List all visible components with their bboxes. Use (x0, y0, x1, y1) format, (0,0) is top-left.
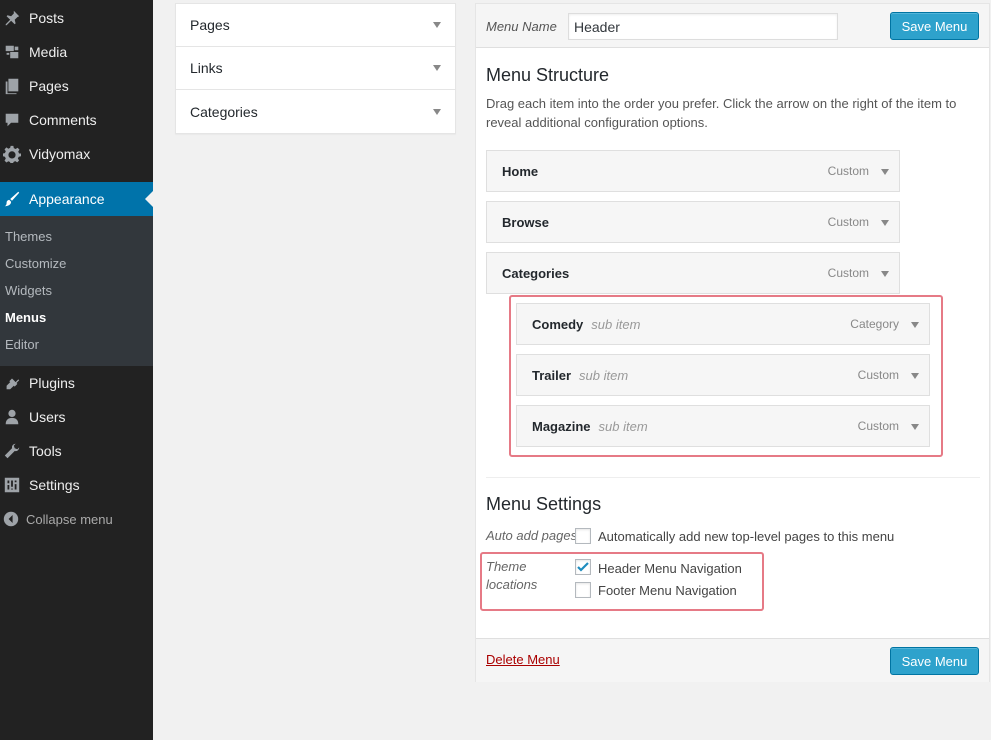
sidebar-item-appearance[interactable]: Appearance (0, 182, 153, 216)
menu-item-type: Custom (827, 215, 869, 229)
menu-name-input[interactable] (568, 13, 838, 40)
plugin-icon (2, 373, 22, 393)
menu-item-comedy[interactable]: Comedy sub item Category (516, 303, 930, 345)
menu-item-toggle-arrow-icon[interactable] (911, 322, 919, 328)
header-menu-navigation-label: Header Menu Navigation (598, 561, 742, 576)
sidebar-item-settings[interactable]: Settings (0, 468, 153, 502)
user-icon (2, 407, 22, 427)
comment-icon (2, 110, 22, 130)
save-menu-button-top[interactable]: Save Menu (890, 12, 979, 40)
collapse-menu-button[interactable]: Collapse menu (0, 507, 113, 531)
checkmark-icon (577, 562, 589, 572)
menu-item-type: Custom (857, 368, 899, 382)
accordion-section-categories[interactable]: Categories (176, 90, 455, 133)
settings-icon (2, 475, 22, 495)
sidebar-item-pages[interactable]: Pages (0, 69, 153, 103)
admin-sidebar: Posts Media Pages Comments Vidyomax Appe… (0, 0, 153, 740)
footer-menu-navigation-checkbox[interactable] (575, 582, 591, 598)
menu-item-type: Category (850, 317, 899, 331)
caret-down-icon (433, 65, 441, 71)
sidebar-item-users[interactable]: Users (0, 400, 153, 434)
submenu-item-themes[interactable]: Themes (5, 229, 52, 244)
menu-structure-description: Drag each item into the order you prefer… (486, 96, 957, 130)
accordion-section-title: Pages (190, 17, 230, 33)
sidebar-item-media[interactable]: Media (0, 35, 153, 69)
menu-editor-header: Menu Name Save Menu (476, 4, 989, 48)
theme-locations-label-line2: locations (486, 577, 538, 592)
menu-item-title: Trailer (532, 367, 572, 383)
sidebar-item-label: Tools (29, 443, 62, 459)
menu-item-toggle-arrow-icon[interactable] (881, 271, 889, 277)
save-menu-button-bottom[interactable]: Save Menu (890, 647, 979, 675)
sidebar-item-label: Appearance (29, 191, 105, 207)
auto-add-pages-text: Automatically add new top-level pages to… (598, 529, 895, 544)
menu-item-title: Magazine (532, 418, 591, 434)
submenu-item-menus[interactable]: Menus (5, 310, 46, 325)
footer-menu-navigation-label: Footer Menu Navigation (598, 583, 737, 598)
sidebar-item-label: Vidyomax (29, 146, 91, 162)
menu-editor: Menu Name Save Menu Menu Structure Drag … (475, 3, 990, 682)
menu-settings-title: Menu Settings (486, 494, 602, 514)
sidebar-item-tools[interactable]: Tools (0, 434, 153, 468)
menu-item-type: Custom (827, 164, 869, 178)
menu-structure-title: Menu Structure (486, 65, 610, 85)
menu-item-categories[interactable]: Categories Custom (486, 252, 900, 294)
sidebar-item-label: Comments (29, 112, 97, 128)
add-menu-items-accordion: Pages Links Categories (175, 3, 456, 134)
section-divider (486, 477, 980, 478)
caret-down-icon (433, 108, 441, 115)
menu-name-label: Menu Name (486, 19, 557, 34)
sidebar-item-label: Plugins (29, 375, 75, 391)
menu-item-title: Categories (502, 265, 570, 281)
menu-item-sub-label: sub item (579, 367, 629, 383)
appearance-submenu: Themes Customize Widgets Menus Editor (0, 216, 153, 366)
menu-item-home[interactable]: Home Custom (486, 150, 900, 192)
sidebar-item-label: Media (29, 44, 68, 60)
collapse-arrow-icon (1, 511, 21, 527)
header-menu-navigation-checkbox[interactable] (575, 559, 591, 575)
menu-item-title: Comedy (532, 316, 584, 332)
menu-item-toggle-arrow-icon[interactable] (911, 424, 919, 430)
paintbrush-icon (2, 189, 22, 209)
sidebar-item-label: Pages (29, 78, 69, 94)
menu-item-toggle-arrow-icon[interactable] (881, 169, 889, 175)
pin-icon (2, 8, 22, 28)
caret-down-icon (433, 22, 441, 28)
wrench-icon (2, 441, 22, 461)
menu-item-browse[interactable]: Browse Custom (486, 201, 900, 243)
menu-item-magazine[interactable]: Magazine sub item Custom (516, 405, 930, 447)
sidebar-item-comments[interactable]: Comments (0, 103, 153, 137)
auto-add-pages-label: Auto add pages (486, 528, 578, 543)
sidebar-item-label: Posts (29, 10, 65, 26)
sidebar-item-label: Settings (29, 477, 80, 493)
gear-icon (2, 144, 22, 164)
submenu-item-editor[interactable]: Editor (5, 337, 39, 352)
menu-item-title: Home (502, 163, 539, 179)
menu-item-type: Custom (827, 266, 869, 280)
submenu-item-customize[interactable]: Customize (5, 256, 66, 271)
accordion-section-pages[interactable]: Pages (176, 4, 455, 47)
delete-menu-link[interactable]: Delete Menu (486, 652, 560, 667)
media-icon (2, 42, 22, 62)
menu-item-sub-label: sub item (598, 418, 648, 434)
auto-add-pages-checkbox[interactable] (575, 528, 591, 544)
theme-locations-label-line1: Theme (486, 559, 527, 574)
menu-item-sub-label: sub item (591, 316, 641, 332)
accordion-section-title: Links (190, 60, 223, 76)
menu-item-trailer[interactable]: Trailer sub item Custom (516, 354, 930, 396)
sidebar-item-plugins[interactable]: Plugins (0, 366, 153, 400)
accordion-section-links[interactable]: Links (176, 47, 455, 90)
sidebar-item-vidyomax[interactable]: Vidyomax (0, 137, 153, 171)
submenu-item-widgets[interactable]: Widgets (5, 283, 52, 298)
sidebar-item-posts[interactable]: Posts (0, 1, 153, 35)
collapse-menu-label: Collapse menu (26, 511, 113, 527)
menu-item-toggle-arrow-icon[interactable] (911, 373, 919, 379)
sidebar-item-label: Users (29, 409, 66, 425)
menu-item-type: Custom (857, 419, 899, 433)
pages-icon (2, 76, 22, 96)
menu-item-toggle-arrow-icon[interactable] (881, 220, 889, 226)
menu-editor-footer: Delete Menu Save Menu (476, 638, 989, 682)
accordion-section-title: Categories (190, 103, 258, 120)
menu-item-title: Browse (502, 214, 549, 230)
